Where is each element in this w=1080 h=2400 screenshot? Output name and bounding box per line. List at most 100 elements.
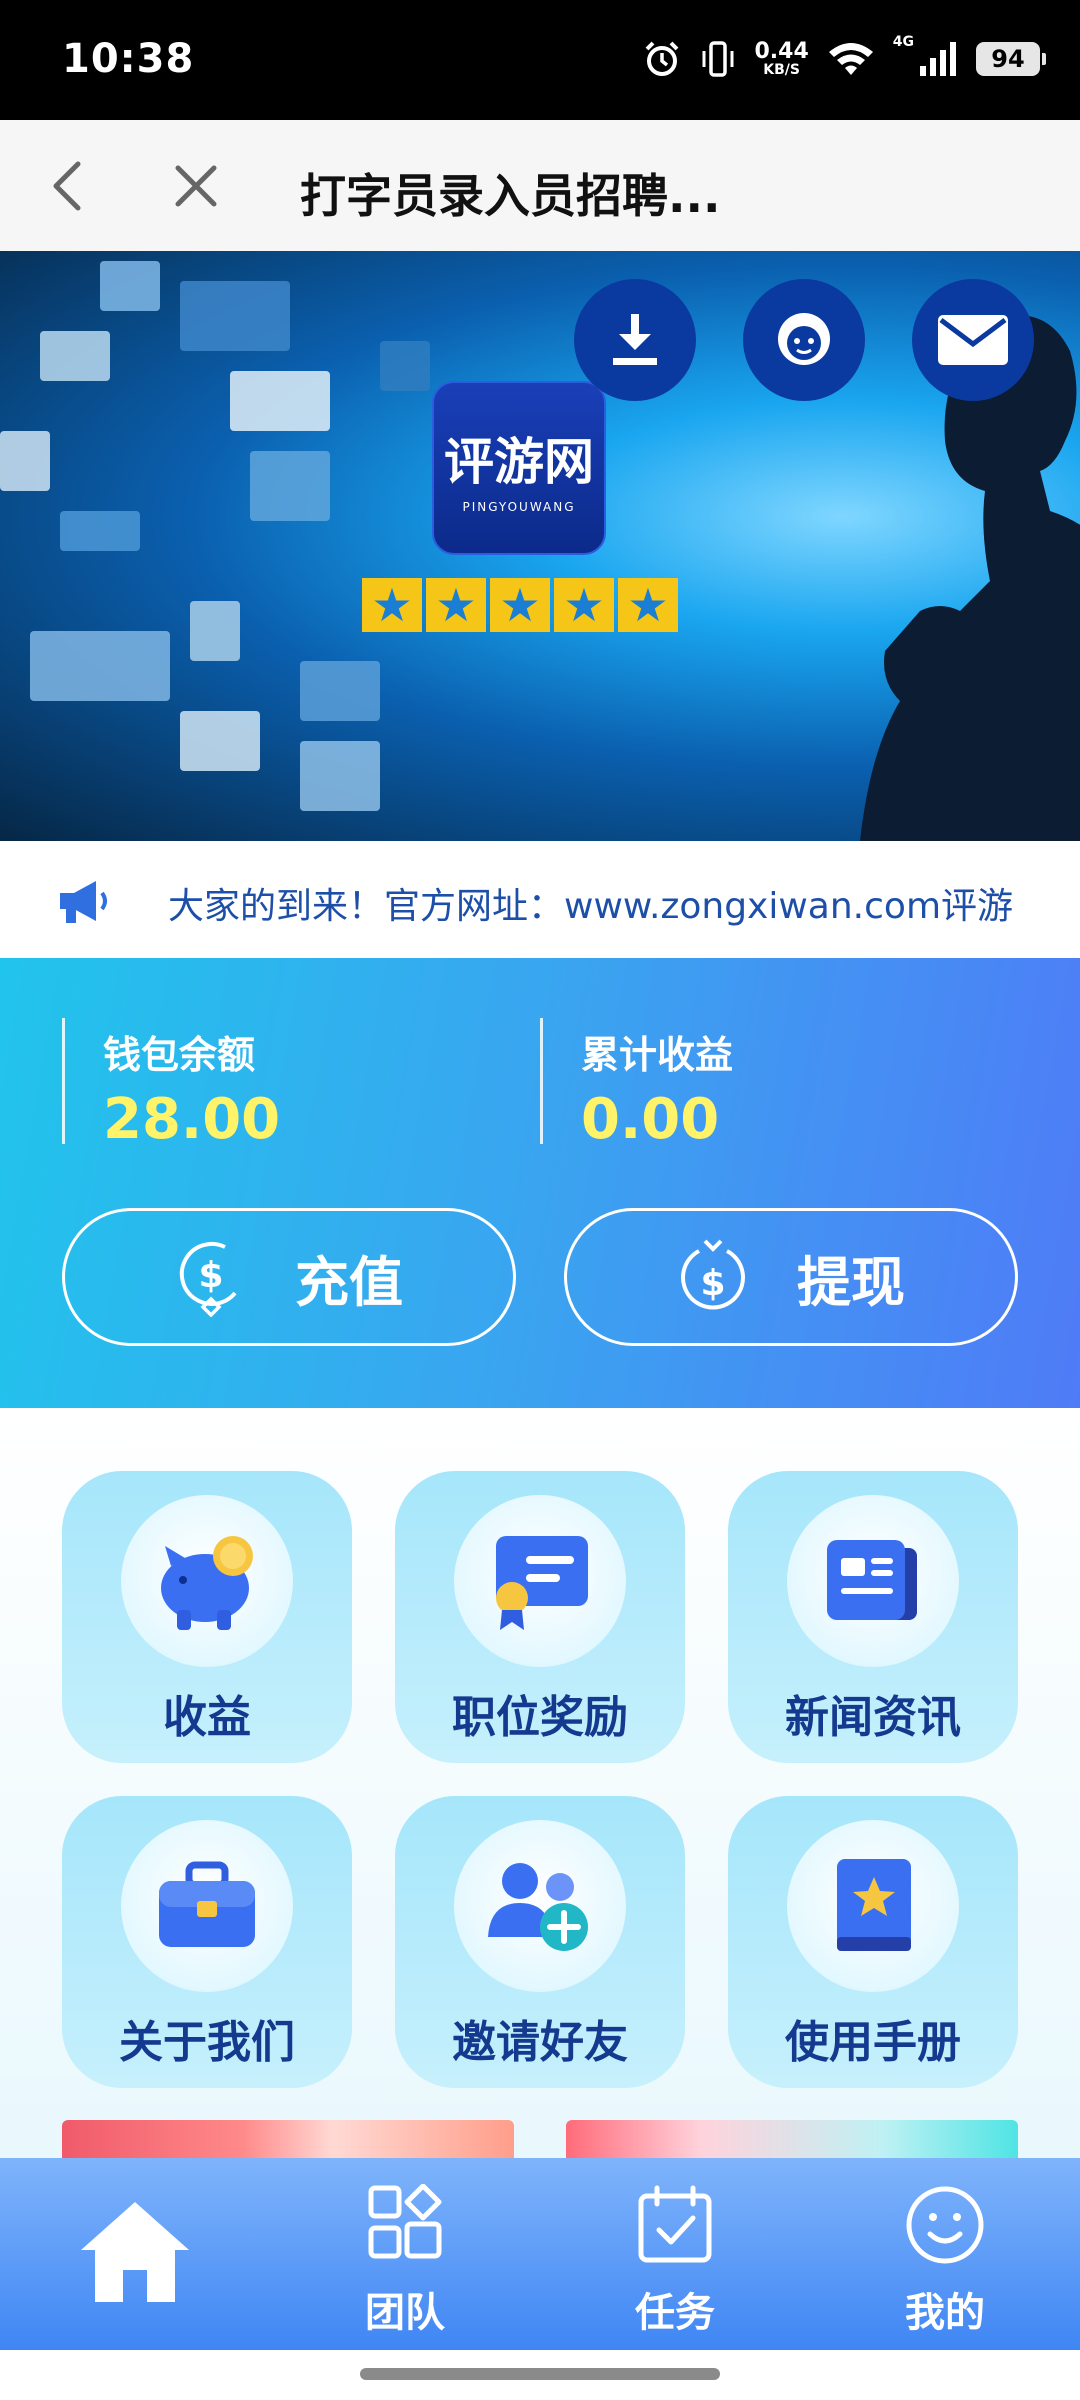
download-icon — [613, 314, 657, 365]
certificate-icon — [496, 1536, 588, 1630]
star-icon: ★ — [426, 578, 486, 632]
banner-panel — [100, 261, 160, 311]
feature-earnings[interactable]: 收益 — [62, 1471, 352, 1763]
add-friend-icon — [488, 1863, 588, 1951]
status-time: 10:38 — [62, 36, 195, 82]
download-button[interactable] — [574, 279, 696, 401]
mail-icon — [938, 315, 1008, 365]
earnings-value: 0.00 — [581, 1087, 720, 1152]
withdraw-button[interactable]: $ 提现 — [564, 1208, 1018, 1346]
nav-tasks-label: 任务 — [635, 2290, 715, 2336]
feature-label: 关于我们 — [119, 2017, 295, 2068]
feature-label: 邀请好友 — [452, 2017, 628, 2068]
bottom-nav: 团队 任务 我的 — [0, 2158, 1080, 2350]
feature-invite-friends[interactable]: 邀请好友 — [395, 1796, 685, 2088]
nav-team[interactable]: 团队 — [305, 2158, 505, 2350]
withdraw-label: 提现 — [797, 1250, 905, 1314]
dollar-withdraw-icon: $ — [681, 1239, 745, 1310]
title-bar: 打字员录入员招聘... — [0, 120, 1080, 251]
team-grid-icon — [368, 2184, 442, 2259]
task-calendar-icon — [638, 2185, 712, 2263]
megaphone-icon — [60, 881, 107, 923]
page-title: 打字员录入员招聘... — [300, 169, 721, 223]
home-indicator[interactable] — [360, 2368, 720, 2380]
feature-news[interactable]: 新闻资讯 — [728, 1471, 1018, 1763]
star-icon: ★ — [554, 578, 614, 632]
nav-team-label: 团队 — [365, 2290, 445, 2336]
battery-level: 94 — [991, 45, 1025, 73]
dollar-coin-icon: $ — [179, 1241, 237, 1317]
earnings-stat: 累计收益 0.00 — [540, 1018, 734, 1152]
notice-marquee[interactable]: 大家的到来！官方网址：www.zongxiwan.com评游 — [0, 841, 1080, 958]
feature-icon-disc — [121, 1495, 293, 1667]
signal-icon — [920, 42, 956, 76]
feature-label: 收益 — [163, 1692, 251, 1743]
smiley-profile-icon — [906, 2186, 984, 2264]
wifi-icon — [828, 43, 873, 75]
banner-panel — [180, 711, 260, 771]
network-type: 4G — [892, 34, 914, 50]
logo-text: 评游网 — [444, 432, 594, 491]
banner-carousel[interactable]: 评游网 PINGYOUWANG ★ ★ ★ ★ ★ — [0, 251, 1080, 841]
notice-text: 大家的到来！官方网址：www.zongxiwan.com评游 — [168, 886, 1014, 927]
vibrate-icon — [702, 41, 734, 77]
alarm-icon — [646, 41, 679, 76]
logo-subtext: PINGYOUWANG — [462, 500, 576, 514]
balance-label: 钱包余额 — [103, 1033, 256, 1077]
feature-icon-disc — [787, 1495, 959, 1667]
star-icon: ★ — [362, 578, 422, 632]
svg-text:$: $ — [700, 1263, 725, 1304]
customer-service-button[interactable] — [743, 279, 865, 401]
star-icon: ★ — [490, 578, 550, 632]
rating-stars: ★ ★ ★ ★ ★ — [362, 578, 678, 632]
svg-text:$: $ — [198, 1255, 223, 1296]
feature-icon-disc — [454, 1495, 626, 1667]
earnings-label: 累计收益 — [581, 1033, 734, 1077]
feature-label: 职位奖励 — [452, 1692, 628, 1743]
banner-panel — [230, 371, 330, 431]
banner-panel — [190, 601, 240, 661]
feature-grid: 收益 职位奖励 新闻资讯 关于我们 邀请好友 使用手册 — [0, 1408, 1080, 2160]
net-speed-value: 0.44 — [754, 39, 809, 64]
feature-icon-disc — [121, 1820, 293, 1992]
recharge-button[interactable]: $ 充值 — [62, 1208, 516, 1346]
banner-panel — [180, 281, 290, 351]
status-bar: 10:38 0.44 KB/S 4G 94 — [0, 0, 1080, 120]
nav-home[interactable] — [35, 2158, 235, 2350]
feature-position-reward[interactable]: 职位奖励 — [395, 1471, 685, 1763]
feature-label: 使用手册 — [785, 2017, 961, 2068]
status-icons: 0.44 KB/S 4G 94 — [642, 34, 1046, 84]
chevron-left-icon[interactable] — [40, 156, 100, 216]
balance-value: 28.00 — [103, 1087, 281, 1152]
app-logo: 评游网 PINGYOUWANG — [432, 381, 606, 555]
banner-panel — [60, 511, 140, 551]
recharge-label: 充值 — [295, 1250, 403, 1314]
balance-stat: 钱包余额 28.00 — [62, 1018, 280, 1152]
nav-mine[interactable]: 我的 — [845, 2158, 1045, 2350]
banner-panel — [0, 431, 50, 491]
feature-about-us[interactable]: 关于我们 — [62, 1796, 352, 2088]
wallet-panel: 钱包余额 28.00 累计收益 0.00 $ 充值 $ 提现 — [0, 958, 1080, 1408]
close-icon[interactable] — [166, 156, 226, 216]
nav-mine-label: 我的 — [905, 2290, 985, 2336]
feature-user-manual[interactable]: 使用手册 — [728, 1796, 1018, 2088]
banner-panel — [300, 741, 380, 811]
banner-panel — [250, 451, 330, 521]
customer-service-icon — [778, 313, 830, 365]
mail-button[interactable] — [912, 279, 1034, 401]
newspaper-icon — [827, 1540, 917, 1620]
briefcase-icon — [159, 1861, 255, 1947]
manual-book-icon — [837, 1859, 911, 1951]
banner-panel — [380, 341, 430, 391]
feature-icon-disc — [787, 1820, 959, 1992]
net-speed-unit: KB/S — [763, 62, 800, 78]
banner-panel — [300, 661, 380, 721]
banner-panel — [30, 631, 170, 701]
gesture-area — [0, 2350, 1080, 2400]
feature-label: 新闻资讯 — [785, 1692, 961, 1743]
battery-icon: 94 — [976, 42, 1046, 76]
nav-tasks[interactable]: 任务 — [575, 2158, 775, 2350]
feature-icon-disc — [454, 1820, 626, 1992]
piggy-bank-icon — [161, 1536, 253, 1630]
star-icon: ★ — [618, 578, 678, 632]
